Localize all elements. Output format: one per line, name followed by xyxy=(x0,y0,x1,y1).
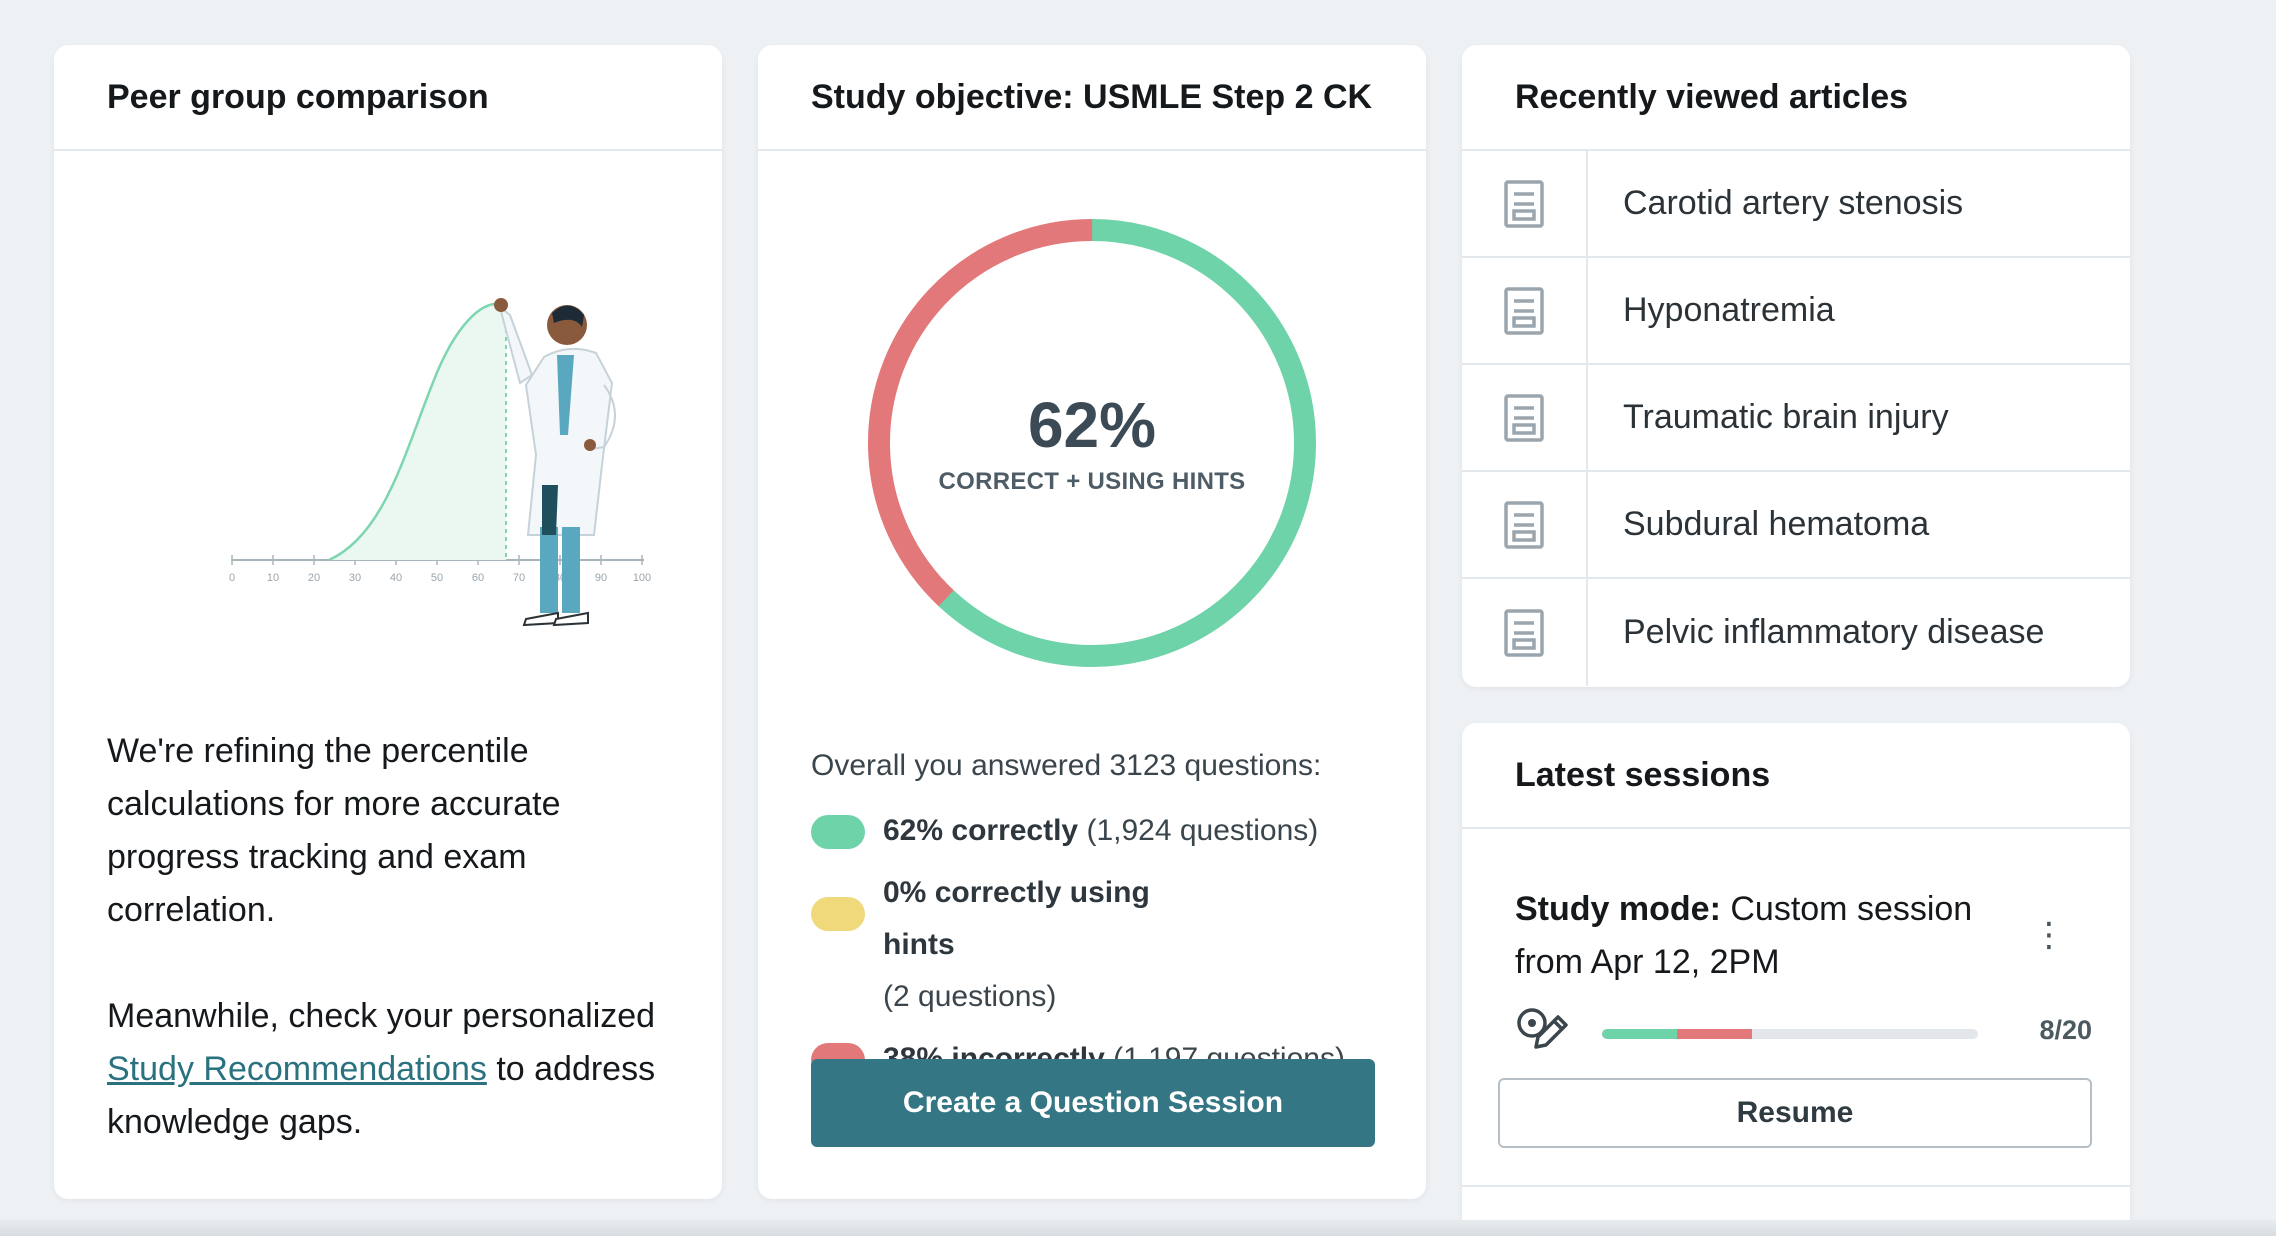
score-donut-chart: 62% CORRECT + USING HINTS xyxy=(866,217,1318,669)
legend-hints-label: 0% correctly using hints xyxy=(883,876,1150,961)
article-title: Pelvic inflammatory disease xyxy=(1623,613,2045,651)
progress-correct-segment xyxy=(1602,1029,1678,1039)
axis-tick-label: 100 xyxy=(633,572,651,584)
article-item[interactable]: Traumatic brain injury xyxy=(1462,365,2130,472)
article-item[interactable]: Pelvic inflammatory disease xyxy=(1462,579,2130,686)
legend-hints-swatch xyxy=(811,897,865,931)
study-recommendations-link[interactable]: Study Recommendations xyxy=(107,1050,487,1088)
axis-tick-label: 70 xyxy=(513,572,525,584)
study-card-title: Study objective: USMLE Step 2 CK xyxy=(758,45,1426,151)
article-item[interactable]: Hyponatremia xyxy=(1462,258,2130,365)
document-icon xyxy=(1462,472,1588,577)
article-title: Hyponatremia xyxy=(1623,291,1835,329)
document-icon xyxy=(1462,151,1588,256)
axis-tick-label: 60 xyxy=(472,572,484,584)
article-item[interactable]: Subdural hematoma xyxy=(1462,472,2130,579)
sessions-card-title: Latest sessions xyxy=(1462,723,2130,829)
score-legend: 62% correctly (1,924 questions) 0% corre… xyxy=(811,805,1391,1095)
donut-center: 62% CORRECT + USING HINTS xyxy=(866,217,1318,669)
recent-articles-card: Recently viewed articles Carotid artery … xyxy=(1462,45,2130,687)
page-bottom-edge xyxy=(0,1220,2276,1236)
overall-answered-text: Overall you answered 3123 questions: xyxy=(811,749,1322,782)
article-item[interactable]: Carotid artery stenosis xyxy=(1462,151,2130,258)
donut-percent: 62% xyxy=(1027,389,1157,461)
document-icon xyxy=(1462,365,1588,470)
session-divider xyxy=(1462,1185,2130,1187)
session-menu-icon[interactable]: ⋮ xyxy=(2032,915,2066,955)
session-progress-bar xyxy=(1602,1029,1978,1039)
progress-incorrect-segment xyxy=(1677,1029,1753,1039)
axis-tick-label: 30 xyxy=(349,572,361,584)
legend-correct-count: (1,924 questions) xyxy=(1078,814,1319,847)
session-progress-count: 8/20 xyxy=(2039,1015,2092,1045)
legend-correct: 62% correctly (1,924 questions) xyxy=(811,805,1391,857)
legend-hints: 0% correctly using hints (2 questions) xyxy=(811,867,1391,1023)
article-title: Carotid artery stenosis xyxy=(1623,184,1964,222)
study-objective-card: Study objective: USMLE Step 2 CK 62% COR… xyxy=(758,45,1426,1199)
axis-tick-label: 50 xyxy=(431,572,443,584)
axis-tick-label: 0 xyxy=(229,572,235,584)
legend-hints-count: (2 questions) xyxy=(883,980,1057,1013)
peer-paragraph-1: We're refining the percentile calculatio… xyxy=(107,732,561,929)
session-description: Study mode: Custom session from Apr 12, … xyxy=(1515,883,2015,989)
legend-correct-label: 62% correctly xyxy=(883,814,1079,847)
axis-tick-label: 90 xyxy=(595,572,607,584)
peer-card-title: Peer group comparison xyxy=(54,45,722,151)
peer-comparison-card: Peer group comparison 0 10 20 30 40 50 60 70 80 9… xyxy=(54,45,722,1199)
axis-tick-label: 20 xyxy=(308,572,320,584)
create-question-session-button[interactable]: Create a Question Session xyxy=(811,1059,1375,1147)
document-icon xyxy=(1462,258,1588,363)
peer-paragraph-2-before: Meanwhile, check your personalized xyxy=(107,997,656,1035)
peer-description: We're refining the percentile calculatio… xyxy=(107,725,697,1199)
doctor-bell-curve-illustration: 0 10 20 30 40 50 60 70 80 90 100 xyxy=(164,235,664,635)
article-title: Traumatic brain injury xyxy=(1623,398,1949,436)
session-mode-label: Study mode: xyxy=(1515,890,1721,928)
latest-sessions-card: Latest sessions Study mode: Custom sessi… xyxy=(1462,723,2130,1236)
articles-list: Carotid artery stenosis Hyponatremia Tra… xyxy=(1462,151,2130,686)
donut-label: CORRECT + USING HINTS xyxy=(938,468,1246,495)
stethoscope-pencil-icon xyxy=(1512,1003,1572,1063)
document-icon xyxy=(1462,579,1588,686)
article-title: Subdural hematoma xyxy=(1623,505,1930,543)
axis-tick-label: 40 xyxy=(390,572,402,584)
resume-button[interactable]: Resume xyxy=(1498,1078,2092,1148)
axis-tick-label: 10 xyxy=(267,572,279,584)
peer-paragraph-2: Meanwhile, check your personalized Study… xyxy=(107,990,697,1149)
legend-correct-swatch xyxy=(811,815,865,849)
articles-card-title: Recently viewed articles xyxy=(1462,45,2130,151)
